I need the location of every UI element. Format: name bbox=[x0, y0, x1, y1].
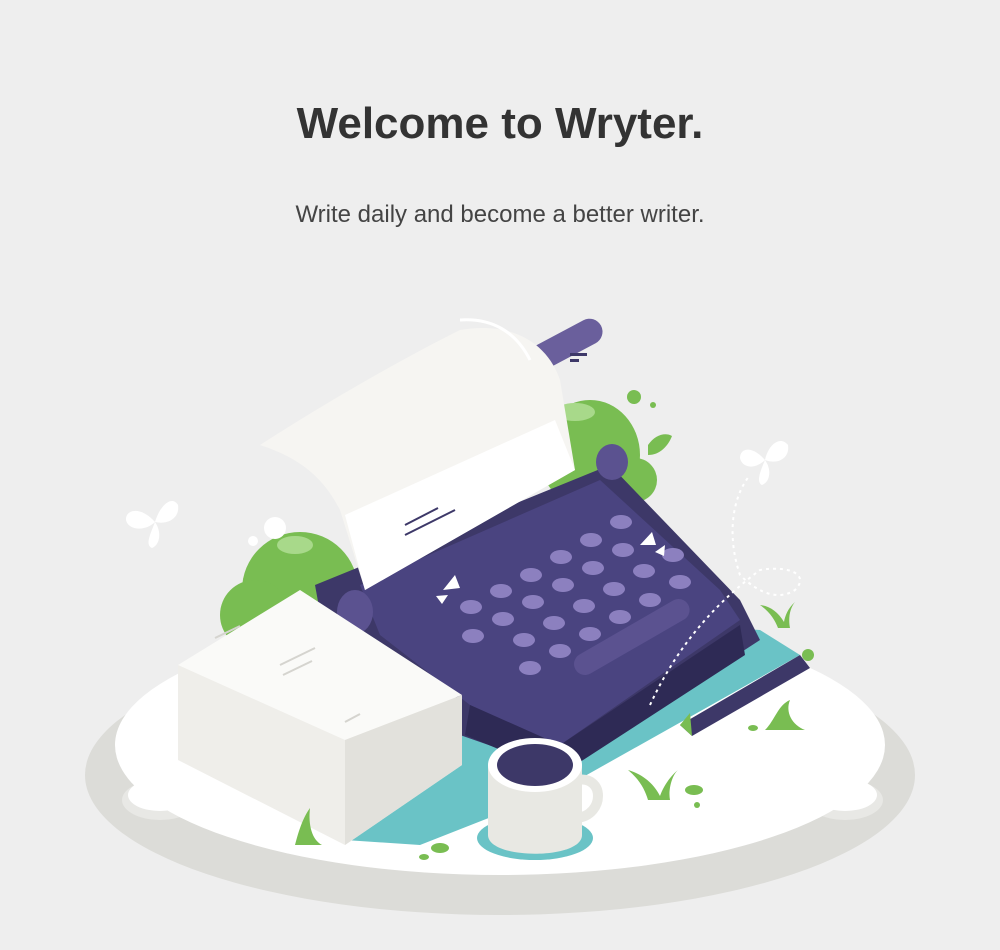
dash-mark bbox=[570, 353, 587, 362]
welcome-page: Welcome to Wryter. Write daily and becom… bbox=[0, 0, 1000, 950]
typewriter-illustration bbox=[85, 318, 915, 915]
page-subtitle: Write daily and become a better writer. bbox=[295, 201, 705, 228]
butterfly-left bbox=[125, 501, 286, 548]
page-title: Welcome to Wryter. bbox=[296, 99, 704, 148]
